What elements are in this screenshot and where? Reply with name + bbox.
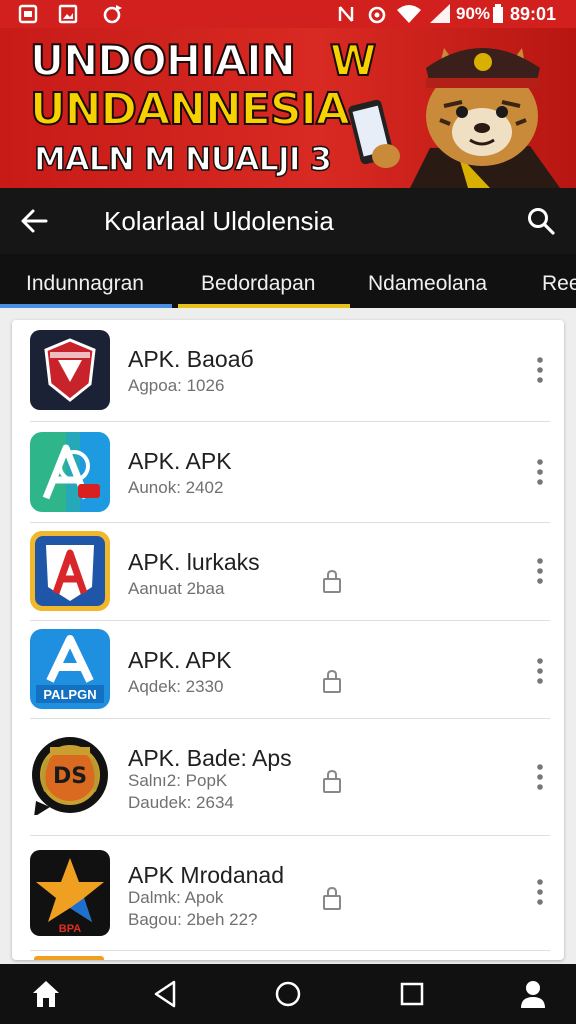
back-arrow-icon[interactable] bbox=[20, 208, 48, 234]
banner-headline-2: UNDANNESIA bbox=[29, 83, 351, 136]
svg-text:BPA: BPA bbox=[59, 923, 81, 935]
search-icon[interactable] bbox=[526, 206, 556, 236]
gallery-notification-icon bbox=[18, 4, 38, 24]
category-tabs: Indunnagran Bedordapan Ndameolana Ree bbox=[0, 254, 576, 308]
laurel-badge-icon: DS bbox=[32, 737, 108, 815]
svg-text:DS: DS bbox=[53, 764, 87, 789]
app-meta: Aqdek: 2330 bbox=[128, 677, 224, 696]
tab-indunnagran[interactable]: Indunnagran bbox=[26, 272, 144, 296]
tab-bedordapan[interactable]: Bedordapan bbox=[201, 272, 315, 296]
app-list: APK. Baoaб Agpoa: 1026 APK. APK Aunok: 2… bbox=[12, 320, 564, 960]
battery-percent: 90% bbox=[456, 4, 491, 23]
star-icon: BPA bbox=[30, 850, 110, 936]
app-name: APK. Baoaб bbox=[128, 346, 254, 372]
tab-ree[interactable]: Ree bbox=[542, 272, 576, 296]
image-notification-icon bbox=[58, 4, 78, 24]
tiger-mascot-illustration bbox=[348, 48, 560, 188]
back-triangle-icon[interactable] bbox=[152, 978, 178, 1010]
lock-icon bbox=[323, 569, 341, 593]
letter-a-green-icon bbox=[30, 432, 110, 512]
more-options-icon[interactable] bbox=[530, 557, 550, 585]
list-item[interactable]: APK. Baoaб Agpoa: 1026 bbox=[12, 320, 564, 421]
status-bar: 90% 89:01 bbox=[0, 0, 576, 28]
profile-icon[interactable] bbox=[518, 978, 548, 1010]
app-meta: Aanuat 2baa bbox=[128, 579, 225, 598]
more-options-icon[interactable] bbox=[530, 458, 550, 486]
wifi-icon bbox=[397, 5, 421, 23]
signal-icon bbox=[430, 4, 450, 23]
app-meta-secondary: Bagou: 2beh 22? bbox=[128, 910, 258, 929]
app-name: APK. Bade: Aps bbox=[128, 745, 292, 771]
list-item[interactable]: DS APK. Bade: Aps Salnı2: PopK Daudek: 2… bbox=[12, 719, 564, 835]
sync-notification-icon bbox=[103, 5, 122, 24]
page-title: Kolarlaal Uldolensia bbox=[104, 206, 334, 236]
app-name: APK. APK bbox=[128, 647, 232, 673]
app-name: APK Mrodanad bbox=[128, 862, 284, 888]
recents-square-icon[interactable] bbox=[398, 978, 426, 1010]
battery-icon bbox=[493, 4, 503, 23]
lock-icon bbox=[323, 669, 341, 693]
tab-ndameolana[interactable]: Ndameolana bbox=[368, 272, 487, 296]
status-time: 89:01 bbox=[510, 4, 557, 24]
app-name: APK. lurkaks bbox=[128, 549, 260, 575]
app-meta: Salnı2: PopK bbox=[128, 771, 228, 790]
alarm-icon bbox=[368, 6, 386, 24]
app-meta: Dalmk: Apok bbox=[128, 888, 224, 907]
app-meta: Aunok: 2402 bbox=[128, 478, 224, 497]
app-name: APK. APK bbox=[128, 448, 232, 474]
more-options-icon[interactable] bbox=[530, 356, 550, 384]
list-item[interactable]: APK. APK Aunok: 2402 bbox=[12, 422, 564, 522]
more-options-icon[interactable] bbox=[530, 763, 550, 791]
letter-a-shield-icon bbox=[30, 531, 110, 611]
shield-emblem-icon bbox=[30, 330, 110, 410]
list-item[interactable]: APK. lurkaks Aanuat 2baa bbox=[12, 523, 564, 620]
more-options-icon[interactable] bbox=[530, 657, 550, 685]
list-item[interactable]: BPA APK Mrodanad Dalmk: Apok Bagou: 2beh… bbox=[12, 836, 564, 950]
letter-a-blue-icon: PALPGN bbox=[30, 629, 110, 709]
lock-icon bbox=[323, 886, 341, 910]
next-item-peek bbox=[34, 956, 104, 960]
nfc-icon bbox=[338, 6, 354, 22]
promo-banner[interactable]: UNDOHIAIN W UNDANNESIA MALN M NUALJI 3 bbox=[0, 28, 576, 188]
svg-text:PALPGN: PALPGN bbox=[43, 687, 96, 702]
divider bbox=[30, 950, 550, 951]
app-meta-secondary: Daudek: 2634 bbox=[128, 793, 234, 812]
app-bar: Kolarlaal Uldolensia bbox=[0, 188, 576, 254]
home-circle-icon[interactable] bbox=[272, 978, 304, 1010]
tab-bedordapan-indicator bbox=[178, 304, 350, 308]
app-meta: Agpoa: 1026 bbox=[128, 376, 225, 395]
tab-indunnagran-indicator bbox=[0, 304, 172, 308]
more-options-icon[interactable] bbox=[530, 878, 550, 906]
system-nav-bar bbox=[0, 964, 576, 1024]
home-house-icon[interactable] bbox=[30, 978, 62, 1010]
lock-icon bbox=[323, 769, 341, 793]
banner-headline-1: UNDOHIAIN bbox=[29, 35, 297, 86]
banner-subline: MALN M NUALJI 3 bbox=[33, 139, 333, 179]
list-item[interactable]: PALPGN APK. APK Aqdek: 2330 bbox=[12, 621, 564, 718]
